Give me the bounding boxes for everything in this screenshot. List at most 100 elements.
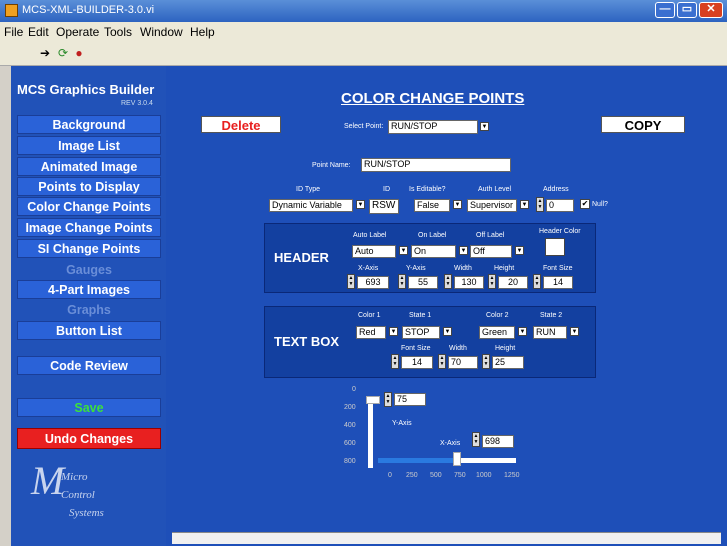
header-y-axis-label: Y-Axis [406,265,426,272]
menu-help[interactable]: Help [190,25,215,39]
window-title: MCS-XML-BUILDER-3.0.vi [22,4,155,16]
header-width-stepper[interactable]: ▲ ▼ [444,274,452,289]
color-1-field[interactable]: Red [356,326,386,339]
undo-changes-button[interactable]: Undo Changes [17,428,161,449]
header-x-axis-stepper[interactable]: ▲ ▼ [347,274,355,289]
code-review-button[interactable]: Code Review [17,356,161,375]
select-point-field[interactable]: RUN/STOP [388,120,478,134]
state-1-dropdown-arrow[interactable]: ▼ [443,327,452,336]
horizontal-scrollbar[interactable] [172,532,721,544]
y-tick: 200 [344,404,356,411]
minimize-button[interactable]: — [655,2,675,18]
sidebar-item-button-list[interactable]: Button List [17,321,161,340]
header-width-field[interactable]: 130 [454,276,484,289]
id-type-dropdown-arrow[interactable]: ▼ [356,200,365,209]
menu-edit[interactable]: Edit [28,25,49,39]
is-editable-label: Is Editable? [409,186,446,193]
address-field[interactable]: 0 [546,199,574,212]
auth-level-field[interactable]: Supervisor [467,199,517,212]
run-arrow-icon[interactable]: ➔ [38,46,52,60]
text-font-size-field[interactable]: 14 [401,356,433,369]
color-2-dropdown-arrow[interactable]: ▼ [518,327,527,336]
text-width-field[interactable]: 70 [448,356,478,369]
title-bar: MCS-XML-BUILDER-3.0.vi — ▭ ✕ [0,0,727,22]
maximize-button[interactable]: ▭ [677,2,697,18]
menu-window[interactable]: Window [140,25,183,39]
on-label-dropdown-arrow[interactable]: ▼ [459,246,468,255]
sidebar-item-background[interactable]: Background [17,115,161,134]
y-axis-slider-track[interactable] [368,396,373,468]
color-2-field[interactable]: Green [479,326,515,339]
point-name-field[interactable]: RUN/STOP [361,158,511,172]
save-button[interactable]: Save [17,398,161,417]
off-label-dropdown-arrow[interactable]: ▼ [515,246,524,255]
is-editable-dropdown-arrow[interactable]: ▼ [453,200,462,209]
text-height-field[interactable]: 25 [492,356,524,369]
text-font-size-stepper[interactable]: ▲ ▼ [391,354,399,369]
select-point-label: Select Point: [344,123,384,130]
auto-label-dropdown-arrow[interactable]: ▼ [399,246,408,255]
id-label: ID [383,186,390,193]
id-type-label: ID Type [296,186,320,193]
sidebar-item-4-part-images[interactable]: 4-Part Images [17,280,161,299]
menu-operate[interactable]: Operate [56,25,99,39]
y-axis-stepper[interactable]: ▲ ▼ [384,392,392,407]
state-1-field[interactable]: STOP [402,326,440,339]
x-tick: 500 [430,472,442,479]
address-label: Address [543,186,569,193]
y-axis-slider-handle[interactable] [366,396,380,404]
sidebar-item-animated-image[interactable]: Animated Image [17,157,161,176]
header-x-axis-field[interactable]: 693 [357,276,389,289]
sidebar-item-si-change-points[interactable]: SI Change Points [17,239,161,258]
x-axis-slider-handle[interactable] [453,452,461,466]
address-stepper[interactable]: ▲ ▼ [536,197,544,212]
menu-file[interactable]: File [4,25,23,39]
header-height-field[interactable]: 20 [498,276,528,289]
header-y-axis-stepper[interactable]: ▲ ▼ [398,274,406,289]
header-width-label: Width [454,265,472,272]
on-label-field[interactable]: On [411,245,456,258]
app-icon [5,4,18,17]
y-axis-field[interactable]: 75 [394,393,426,406]
state-2-field[interactable]: RUN [533,326,567,339]
close-button[interactable]: ✕ [699,2,723,18]
sidebar-item-points-to-display[interactable]: Points to Display [17,177,161,196]
header-font-size-stepper[interactable]: ▲ ▼ [533,274,541,289]
copy-button[interactable]: COPY [601,116,685,133]
state-2-dropdown-arrow[interactable]: ▼ [570,327,579,336]
run-continuous-icon[interactable]: ⟳ [56,46,70,60]
x-tick: 750 [454,472,466,479]
text-width-stepper[interactable]: ▲ ▼ [438,354,446,369]
sidebar-item-gauges: Gauges [17,260,161,279]
text-height-stepper[interactable]: ▲ ▼ [482,354,490,369]
header-height-stepper[interactable]: ▲ ▼ [488,274,496,289]
header-title: HEADER [274,250,329,265]
sidebar-item-image-list[interactable]: Image List [17,136,161,155]
id-type-field[interactable]: Dynamic Variable [269,199,353,212]
state-2-label: State 2 [540,312,563,319]
menu-tools[interactable]: Tools [104,25,132,39]
delete-button[interactable]: Delete [201,116,281,133]
text-font-size-label: Font Size [401,345,431,352]
auth-level-dropdown-arrow[interactable]: ▼ [520,200,529,209]
id-field[interactable]: RSW [369,199,399,214]
page-title: COLOR CHANGE POINTS [341,90,525,107]
sidebar-item-image-change-points[interactable]: Image Change Points [17,218,161,237]
x-axis-field[interactable]: 698 [482,435,514,448]
select-point-dropdown-arrow[interactable]: ▼ [480,122,489,131]
is-editable-field[interactable]: False [414,199,450,212]
header-font-size-field[interactable]: 14 [543,276,573,289]
sidebar-item-color-change-points[interactable]: Color Change Points [17,197,161,216]
null-checkbox[interactable]: ✔ [580,199,590,209]
header-y-axis-field[interactable]: 55 [408,276,438,289]
color-1-dropdown-arrow[interactable]: ▼ [389,327,398,336]
auto-label-field[interactable]: Auto [352,245,396,258]
app-title: MCS Graphics Builder [17,82,155,97]
x-axis-stepper[interactable]: ▲ ▼ [472,432,480,447]
on-label-label: On Label [418,232,447,239]
x-axis-slider-fill [378,458,453,463]
x-tick: 1250 [504,472,520,479]
abort-icon[interactable]: ● [72,46,86,60]
header-color-swatch[interactable] [545,238,565,256]
off-label-field[interactable]: Off [470,245,512,258]
